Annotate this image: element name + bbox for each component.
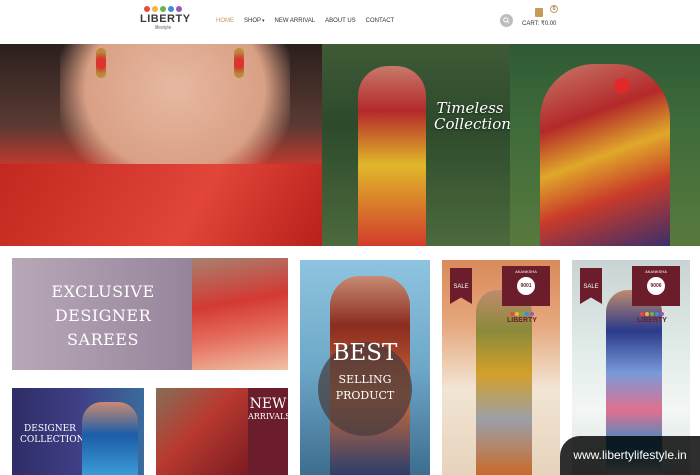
logo-dot: [160, 6, 166, 12]
hero-image-model-right: [510, 44, 700, 246]
earring-left: [96, 48, 106, 78]
brand-name: LIBERTY: [140, 13, 191, 25]
sale-code: 9006: [647, 277, 665, 295]
promo-best-line3: PRODUCT: [335, 389, 395, 402]
promo-best-sub: SELLING PRODUCT: [300, 372, 430, 404]
cart-count-badge: 0: [550, 5, 558, 13]
hero-banner[interactable]: Timeless Collection: [0, 44, 700, 246]
logo-dots: [140, 6, 186, 12]
sale-info-card: AKANKSHA 9001: [502, 266, 550, 306]
hero-tagline-line1: Timeless: [436, 99, 504, 117]
sale-badge: SALE: [580, 268, 602, 304]
hero-model-figure: [358, 66, 426, 246]
promo-sale-product-1[interactable]: SALE AKANKSHA 9001 LIBERTY: [442, 260, 560, 475]
cart-widget[interactable]: 0 CART: ₹0.00: [518, 5, 560, 34]
page: LIBERTY lifestyle HOME SHOP▾ NEW ARRIVAL…: [0, 0, 700, 475]
promo-designer-line2: COLLECTION: [20, 435, 85, 445]
sale-info-card: AKANKSHA 9006: [632, 266, 680, 306]
brand-logo[interactable]: LIBERTY lifestyle: [140, 6, 191, 38]
promo-designer-text: DESIGNER COLLECTION: [20, 424, 85, 446]
mini-logo-word: LIBERTY: [637, 317, 667, 324]
site-url-watermark: www.libertylifestyle.in: [560, 436, 700, 475]
promo-new-line1: NEW: [249, 396, 287, 412]
promo-new-text: NEW ARRIVALS: [248, 396, 288, 422]
search-icon: [503, 17, 510, 24]
promo-new-line2: ARRIVALS: [248, 412, 288, 421]
mini-brand-logo: LIBERTY: [630, 312, 674, 325]
nav-contact[interactable]: CONTACT: [366, 18, 395, 24]
logo-dot: [152, 6, 158, 12]
nav-shop[interactable]: SHOP▾: [244, 18, 265, 24]
flower-decoration: [614, 78, 630, 94]
promo-designer-collection[interactable]: DESIGNER COLLECTION: [12, 388, 144, 475]
promo-exclusive-text: EXCLUSIVE DESIGNER SAREES: [28, 280, 178, 352]
logo-dot: [176, 6, 182, 12]
promo-exclusive-line1: EXCLUSIVE: [51, 282, 155, 301]
promo-exclusive-line2: DESIGNER: [54, 306, 152, 325]
promo-designer-model: [82, 402, 138, 475]
logo-dot: [168, 6, 174, 12]
hero-tagline: Timeless Collection: [434, 99, 511, 133]
nav-shop-label: SHOP: [244, 18, 262, 24]
brand-tagline: lifestyle: [154, 25, 172, 31]
nav-home[interactable]: HOME: [216, 18, 234, 24]
promo-best-line2: SELLING: [338, 373, 392, 386]
search-button[interactable]: [500, 14, 513, 27]
main-nav: HOME SHOP▾ NEW ARRIVAL ABOUT US CONTACT: [216, 18, 394, 24]
hero-image-closeup: [0, 44, 322, 246]
hero-model-right-figure: [540, 64, 670, 246]
nav-about-us[interactable]: ABOUT US: [325, 18, 356, 24]
mini-brand-logo: LIBERTY: [500, 312, 544, 325]
nav-new-arrival[interactable]: NEW ARRIVAL: [275, 18, 316, 24]
sale-brand: AKANKSHA: [515, 269, 537, 274]
site-header: LIBERTY lifestyle HOME SHOP▾ NEW ARRIVAL…: [0, 0, 700, 44]
chevron-down-icon: ▾: [262, 18, 265, 24]
promo-exclusive-model: [192, 258, 288, 370]
mini-logo-word: LIBERTY: [507, 317, 537, 324]
cart-total: CART: ₹0.00: [522, 21, 557, 27]
sale-code: 9001: [517, 277, 535, 295]
shopping-bag-icon: [535, 8, 543, 17]
hero-image-model: Timeless Collection: [322, 44, 511, 246]
hero-saree: [0, 164, 322, 246]
earring-right: [234, 48, 244, 78]
logo-dot: [144, 6, 150, 12]
sale-badge: SALE: [450, 268, 472, 304]
promo-best-selling[interactable]: BEST SELLING PRODUCT: [300, 260, 430, 475]
promo-new-arrivals[interactable]: NEW ARRIVALS: [156, 388, 288, 475]
promo-exclusive-designer-sarees[interactable]: EXCLUSIVE DESIGNER SAREES: [12, 258, 288, 370]
promo-designer-line1: DESIGNER: [24, 424, 76, 434]
sale-brand: AKANKSHA: [645, 269, 667, 274]
promo-best-line1: BEST: [332, 340, 398, 366]
promo-new-photo: [156, 388, 248, 475]
promo-exclusive-line3: SAREES: [67, 330, 139, 349]
hero-tagline-line2: Collection: [434, 115, 511, 133]
